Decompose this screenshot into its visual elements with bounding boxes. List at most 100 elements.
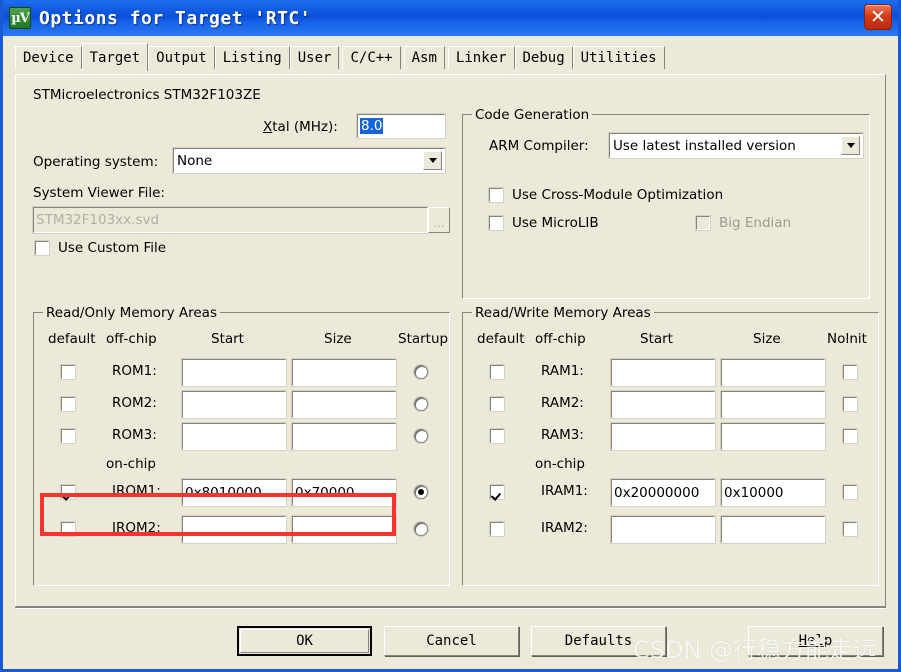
- ok-button-label: OK: [296, 633, 313, 649]
- readwrite-col-offchip: off-chip: [535, 331, 586, 347]
- tab-linker[interactable]: Linker: [447, 46, 515, 69]
- irom1-size-input[interactable]: 0x70000: [291, 478, 397, 507]
- cancel-button-label: Cancel: [426, 633, 477, 649]
- ram3-noinit-checkbox[interactable]: [842, 428, 858, 444]
- iram1-noinit-checkbox[interactable]: [842, 484, 858, 500]
- irom1-startup-radio[interactable]: [414, 485, 428, 499]
- defaults-button[interactable]: Defaults: [531, 626, 666, 656]
- ram3-start-input[interactable]: [610, 422, 716, 451]
- rom1-default-checkbox[interactable]: [60, 364, 76, 380]
- ram2-noinit-checkbox[interactable]: [842, 396, 858, 412]
- tab-device[interactable]: Device: [15, 46, 82, 69]
- irom2-default-checkbox[interactable]: [60, 521, 76, 537]
- tab-user[interactable]: User: [289, 46, 340, 69]
- readonly-memory-title: Read/Only Memory Areas: [43, 305, 220, 321]
- ram1-size-input[interactable]: [720, 358, 826, 387]
- chevron-down-icon[interactable]: [423, 151, 442, 170]
- chevron-down-icon[interactable]: [841, 136, 860, 155]
- ram1-row-label: RAM1:: [541, 363, 584, 379]
- defaults-button-label: Defaults: [564, 633, 633, 649]
- title-bar: µV Options for Target 'RTC' ✕: [3, 0, 898, 36]
- tab-asm[interactable]: Asm: [403, 46, 445, 69]
- ram2-row-label: RAM2:: [541, 395, 584, 411]
- target-page: STMicroelectronics STM32F103ZE Xtal (MHz…: [15, 74, 886, 607]
- rom3-start-input[interactable]: [181, 422, 287, 451]
- tab-utilities[interactable]: Utilities: [572, 46, 665, 69]
- tab-strip: Device Target Output Listing User C/C++ Asm Lin…: [3, 36, 898, 71]
- iram2-default-checkbox[interactable]: [489, 521, 505, 537]
- arm-compiler-label: ARM Compiler:: [489, 138, 589, 154]
- ram3-default-checkbox[interactable]: [489, 428, 505, 444]
- rom3-startup-radio[interactable]: [414, 429, 428, 443]
- iram2-noinit-checkbox[interactable]: [842, 521, 858, 537]
- iram1-size-input[interactable]: 0x10000: [720, 478, 826, 507]
- ram1-noinit-checkbox[interactable]: [842, 364, 858, 380]
- ram2-start-input[interactable]: [610, 390, 716, 419]
- operating-system-select[interactable]: None: [172, 147, 446, 174]
- rom1-startup-radio[interactable]: [414, 365, 428, 379]
- arm-compiler-select[interactable]: Use latest installed version: [608, 132, 864, 159]
- tab-listing[interactable]: Listing: [214, 46, 290, 69]
- rom2-startup-radio[interactable]: [414, 397, 428, 411]
- uvision-logo-glyph: µV: [11, 10, 30, 26]
- system-viewer-browse-button[interactable]: ...: [428, 207, 450, 233]
- irom1-default-checkbox[interactable]: [60, 484, 76, 500]
- readwrite-col-start: Start: [640, 331, 673, 347]
- ok-button[interactable]: OK: [237, 626, 372, 656]
- ram1-start-input[interactable]: [610, 358, 716, 387]
- ram1-default-checkbox[interactable]: [489, 364, 505, 380]
- rom3-size-input[interactable]: [291, 422, 397, 451]
- code-generation-group: Code Generation ARM Compiler: Use latest…: [462, 107, 870, 299]
- xtal-label: Xtal (MHz):: [263, 119, 338, 135]
- readwrite-onchip-label: on-chip: [535, 456, 585, 472]
- xtal-input[interactable]: 8.0: [356, 113, 446, 139]
- rom2-row-label: ROM2:: [112, 395, 157, 411]
- ram2-size-input[interactable]: [720, 390, 826, 419]
- cancel-button[interactable]: Cancel: [384, 626, 519, 656]
- rom1-start-input[interactable]: [181, 358, 287, 387]
- irom2-startup-radio[interactable]: [414, 522, 428, 536]
- help-button[interactable]: Help: [748, 626, 883, 656]
- iram2-start-input[interactable]: [610, 515, 716, 544]
- rom2-size-input[interactable]: [291, 390, 397, 419]
- readwrite-col-size: Size: [753, 331, 781, 347]
- rom3-default-checkbox[interactable]: [60, 428, 76, 444]
- uvision-logo-icon: µV: [9, 7, 31, 29]
- tab-target[interactable]: Target: [81, 43, 149, 71]
- rom1-size-input[interactable]: [291, 358, 397, 387]
- use-cross-module-optimization-checkbox[interactable]: [488, 187, 504, 203]
- system-viewer-file-input: STM32F103xx.svd: [32, 206, 429, 234]
- system-viewer-file-value: STM32F103xx.svd: [36, 212, 160, 228]
- ram2-default-checkbox[interactable]: [489, 396, 505, 412]
- irom2-size-input[interactable]: [291, 515, 397, 544]
- irom1-start-input[interactable]: 0x8010000: [181, 478, 287, 507]
- close-icon[interactable]: ✕: [864, 4, 892, 30]
- rom1-row-label: ROM1:: [112, 363, 157, 379]
- big-endian-label: Big Endian: [719, 215, 792, 231]
- rom2-start-input[interactable]: [181, 390, 287, 419]
- readonly-col-size: Size: [324, 331, 352, 347]
- readonly-col-offchip: off-chip: [106, 331, 157, 347]
- ram3-row-label: RAM3:: [541, 427, 584, 443]
- readwrite-col-default: default: [477, 331, 525, 347]
- use-custom-file-checkbox[interactable]: [34, 240, 50, 256]
- irom2-row-label: IROM2:: [112, 520, 161, 536]
- tab-c-c[interactable]: C/C++: [342, 46, 401, 69]
- ram3-size-input[interactable]: [720, 422, 826, 451]
- help-label-post: p: [823, 633, 833, 649]
- tab-output[interactable]: Output: [148, 46, 215, 69]
- rom2-default-checkbox[interactable]: [60, 396, 76, 412]
- system-viewer-file-label: System Viewer File:: [33, 185, 165, 201]
- iram1-start-input[interactable]: 0x20000000: [610, 478, 716, 507]
- xtal-value: 8.0: [360, 118, 384, 134]
- use-microlib-checkbox[interactable]: [488, 215, 504, 231]
- big-endian-checkbox: [695, 215, 711, 231]
- irom2-start-input[interactable]: [181, 515, 287, 544]
- help-label-pre: Hel: [798, 633, 824, 649]
- iram1-default-checkbox[interactable]: [489, 484, 505, 500]
- code-generation-title: Code Generation: [472, 107, 593, 123]
- operating-system-value: None: [177, 152, 213, 169]
- tab-debug[interactable]: Debug: [514, 46, 573, 69]
- iram2-size-input[interactable]: [720, 515, 826, 544]
- footer-divider: [15, 607, 886, 609]
